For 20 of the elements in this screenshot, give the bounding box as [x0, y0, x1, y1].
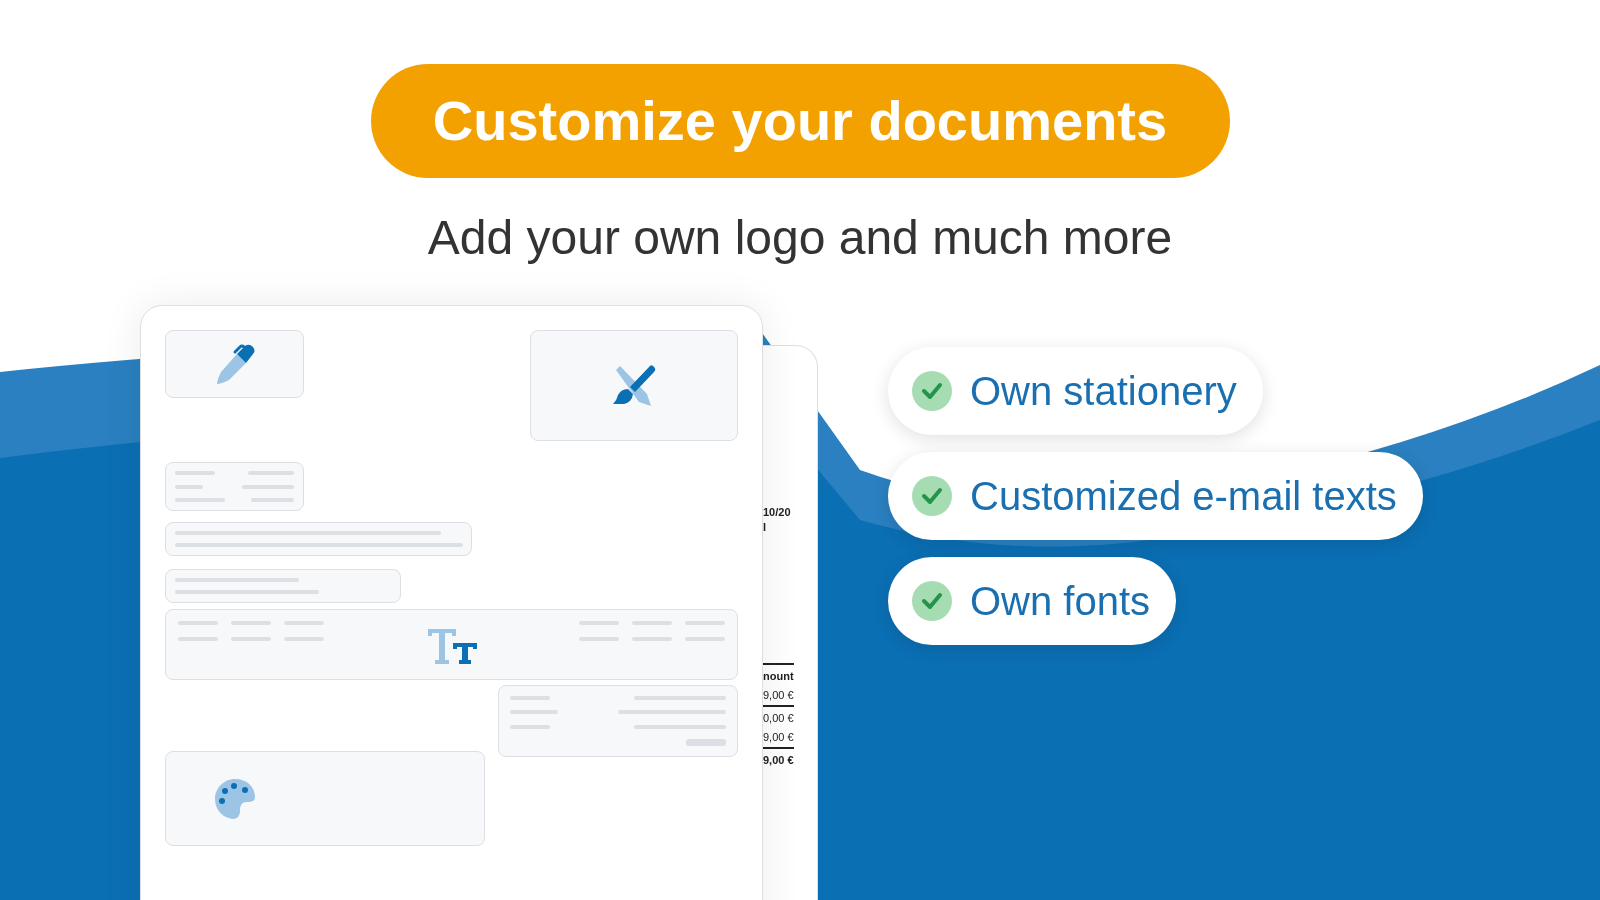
placeholder-line: [510, 724, 550, 729]
font-size-icon: [425, 627, 478, 665]
document-text: 9,00 €: [763, 730, 794, 745]
document-text: 10/20: [763, 505, 791, 520]
document-text: nount: [763, 663, 794, 686]
headline: Customize your documents: [370, 64, 1230, 178]
document-text: 9,00 €: [763, 747, 794, 770]
document-text: 0,00 €: [763, 705, 794, 728]
document-text: 9,00 €: [763, 688, 794, 703]
placeholder-line: [242, 484, 294, 489]
feature-label: Own stationery: [970, 368, 1237, 414]
feature-label: Customized e-mail texts: [970, 473, 1397, 519]
placeholder-line: [175, 484, 203, 489]
placeholder-line: [686, 739, 726, 746]
placeholder-line: [510, 710, 558, 715]
subheadline: Add your own logo and much more: [427, 210, 1173, 266]
palette-icon: [214, 777, 256, 820]
document-text: l: [763, 520, 767, 535]
feature-label: Own fonts: [970, 578, 1151, 624]
brush-and-pen-icon: [611, 363, 657, 408]
